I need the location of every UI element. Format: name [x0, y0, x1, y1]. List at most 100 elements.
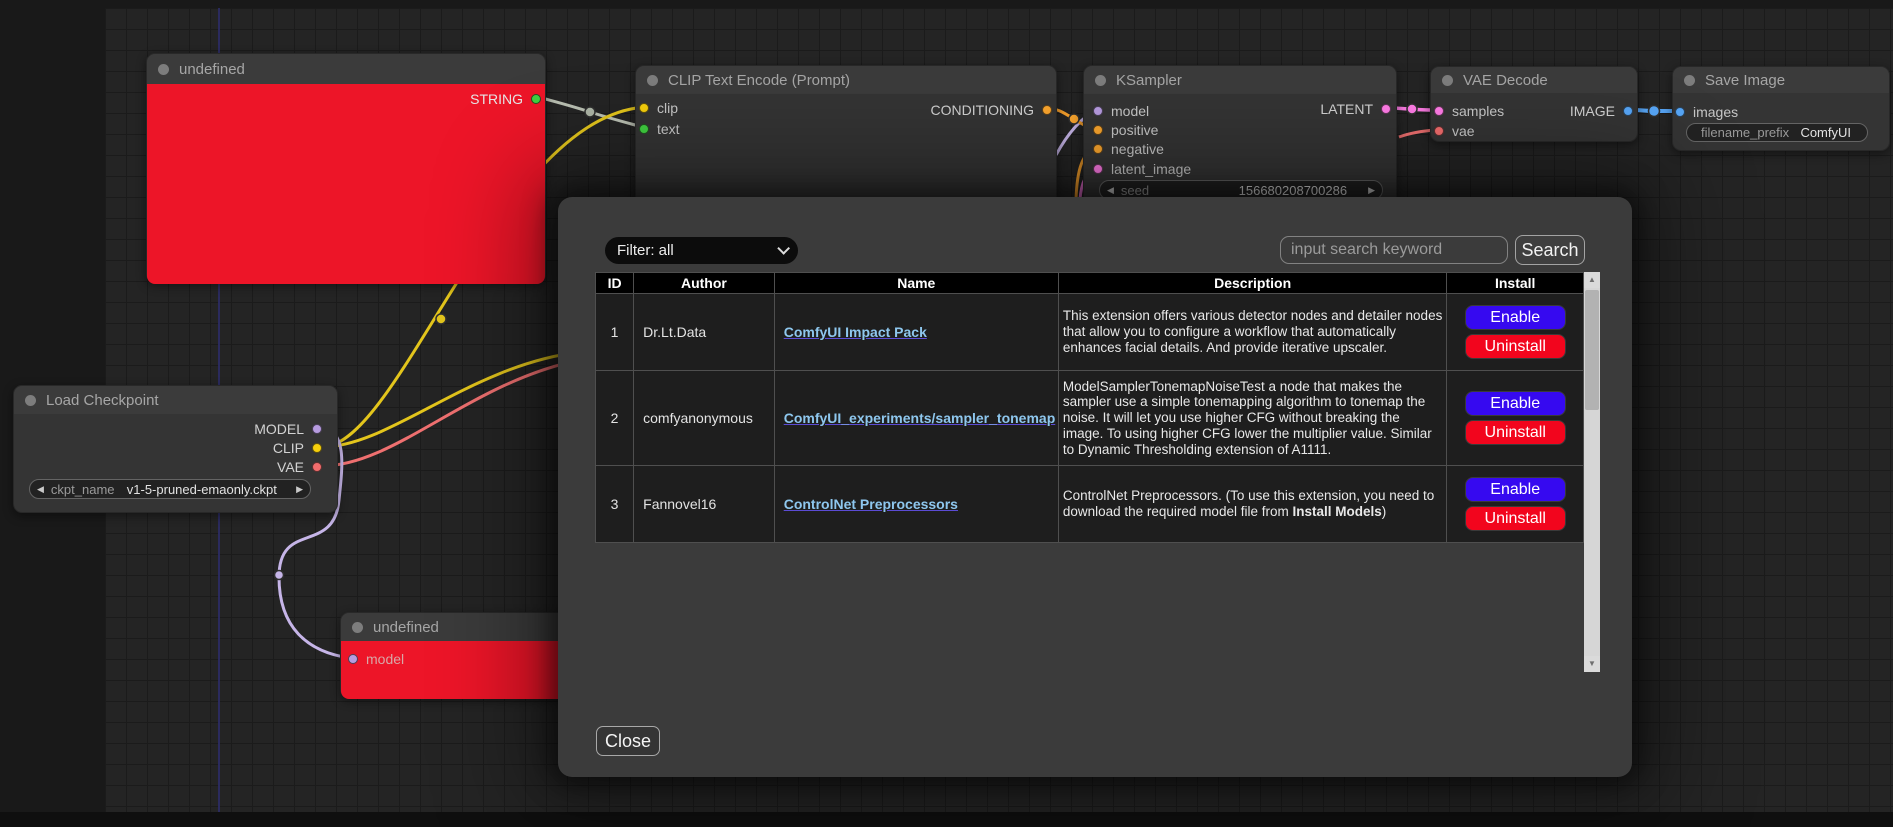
widget-value[interactable]: ComfyUI	[1800, 125, 1867, 140]
ckpt-name-widget[interactable]: ◀ ckpt_name v1-5-pruned-emaonly.ckpt ▶	[29, 479, 311, 499]
cell-author: comfyanonymous	[634, 371, 775, 466]
scrollbar-thumb[interactable]	[1585, 290, 1599, 410]
cell-id: 3	[596, 466, 634, 543]
cell-id: 1	[596, 294, 634, 371]
uninstall-button[interactable]: Uninstall	[1465, 506, 1566, 531]
output-label-latent: LATENT	[1320, 101, 1373, 117]
enable-button[interactable]: Enable	[1465, 305, 1566, 330]
output-dot-string[interactable]	[531, 94, 541, 104]
increment-arrow-icon[interactable]: ▶	[1361, 185, 1382, 196]
input-dot-model[interactable]	[348, 654, 358, 664]
output-dot-latent[interactable]	[1381, 104, 1391, 114]
cell-author: Fannovel16	[634, 466, 775, 543]
scroll-up-icon[interactable]: ▲	[1584, 272, 1600, 288]
input-dot-clip[interactable]	[639, 103, 649, 113]
node-header[interactable]: VAE Decode	[1431, 67, 1637, 93]
header-id: ID	[596, 273, 634, 294]
node-undefined-top[interactable]: undefined STRING	[146, 53, 546, 283]
input-dot-positive[interactable]	[1093, 125, 1103, 135]
input-dot-vae[interactable]	[1434, 126, 1444, 136]
enable-button[interactable]: Enable	[1465, 477, 1566, 502]
output-label-clip: CLIP	[273, 440, 304, 456]
collapse-dot-icon[interactable]	[1095, 75, 1106, 86]
input-label-samples: samples	[1452, 103, 1504, 119]
input-label-latent-image: latent_image	[1111, 161, 1191, 177]
input-dot-model[interactable]	[1093, 106, 1103, 116]
table-row: 1 Dr.Lt.Data ComfyUI Impact Pack This ex…	[596, 294, 1584, 371]
collapse-dot-icon[interactable]	[352, 622, 363, 633]
output-dot-conditioning[interactable]	[1042, 105, 1052, 115]
scroll-down-icon[interactable]: ▼	[1584, 656, 1600, 672]
extension-link[interactable]: ControlNet Preprocessors	[784, 496, 958, 512]
widget-value[interactable]: v1-5-pruned-emaonly.ckpt	[127, 482, 277, 497]
input-label-model: model	[1111, 103, 1149, 119]
uninstall-button[interactable]: Uninstall	[1465, 420, 1566, 445]
header-description: Description	[1058, 273, 1447, 294]
collapse-dot-icon[interactable]	[1442, 75, 1453, 86]
next-arrow-icon[interactable]: ▶	[289, 484, 310, 495]
node-vae-decode[interactable]: VAE Decode samples vae IMAGE	[1430, 66, 1638, 142]
node-title: KSampler	[1116, 72, 1182, 89]
node-load-checkpoint[interactable]: Load Checkpoint MODEL CLIP VAE ◀ ckpt_na…	[13, 385, 338, 513]
header-author: Author	[634, 273, 775, 294]
filename-prefix-widget[interactable]: filename_prefix ComfyUI	[1686, 123, 1868, 142]
node-title: CLIP Text Encode (Prompt)	[668, 72, 850, 89]
node-ksampler[interactable]: KSampler model positive negative latent_…	[1083, 65, 1397, 210]
decrement-arrow-icon[interactable]: ◀	[1100, 185, 1121, 196]
widget-name: filename_prefix	[1687, 125, 1789, 140]
uninstall-button[interactable]: Uninstall	[1465, 334, 1566, 359]
output-dot-image[interactable]	[1623, 106, 1633, 116]
node-error-body: STRING	[147, 84, 545, 284]
extension-manager-dialog: Filter: all Search ID Author Name Descri…	[558, 197, 1632, 777]
input-label-text: text	[657, 121, 680, 137]
table-scrollbar[interactable]: ▲ ▼	[1584, 272, 1600, 672]
node-header[interactable]: undefined	[147, 54, 545, 84]
node-header[interactable]: KSampler	[1084, 66, 1396, 94]
node-header[interactable]: CLIP Text Encode (Prompt)	[636, 66, 1056, 94]
bold-install-models: Install Models	[1292, 504, 1381, 519]
node-title: Load Checkpoint	[46, 392, 159, 409]
collapse-dot-icon[interactable]	[1684, 75, 1695, 86]
output-dot-clip[interactable]	[312, 443, 322, 453]
extensions-table: ID Author Name Description Install 1 Dr.…	[595, 272, 1584, 543]
input-label-images: images	[1693, 104, 1738, 120]
widget-name: seed	[1121, 183, 1149, 198]
node-clip-text-encode[interactable]: CLIP Text Encode (Prompt) clip text COND…	[635, 65, 1057, 210]
table-header-row: ID Author Name Description Install	[596, 273, 1584, 294]
output-label-image: IMAGE	[1570, 103, 1615, 119]
widget-value[interactable]: 156680208700286	[1239, 183, 1347, 198]
input-label-clip: clip	[657, 100, 678, 116]
node-header[interactable]: Save Image	[1673, 67, 1889, 93]
header-name: Name	[774, 273, 1058, 294]
enable-button[interactable]: Enable	[1465, 391, 1566, 416]
search-button[interactable]: Search	[1515, 235, 1585, 265]
input-dot-latent-image[interactable]	[1093, 164, 1103, 174]
node-title: VAE Decode	[1463, 72, 1548, 89]
node-title: undefined	[179, 61, 245, 78]
collapse-dot-icon[interactable]	[647, 75, 658, 86]
output-label-model: MODEL	[254, 421, 304, 437]
node-title: undefined	[373, 619, 439, 636]
search-input[interactable]	[1280, 236, 1508, 264]
input-dot-text[interactable]	[639, 124, 649, 134]
extension-link[interactable]: ComfyUI_experiments/sampler_tonemap	[784, 410, 1056, 426]
filter-select-value: Filter: all	[617, 242, 674, 259]
cell-description: ModelSamplerTonemapNoiseTest a node that…	[1058, 371, 1447, 466]
node-title: Save Image	[1705, 72, 1785, 89]
input-dot-images[interactable]	[1675, 107, 1685, 117]
filter-select[interactable]: Filter: all	[605, 237, 798, 264]
output-label-vae: VAE	[277, 459, 304, 475]
close-button[interactable]: Close	[596, 726, 660, 756]
collapse-dot-icon[interactable]	[158, 64, 169, 75]
collapse-dot-icon[interactable]	[25, 395, 36, 406]
extension-link[interactable]: ComfyUI Impact Pack	[784, 324, 927, 340]
prev-arrow-icon[interactable]: ◀	[30, 484, 51, 495]
output-dot-vae[interactable]	[312, 462, 322, 472]
node-header[interactable]: Load Checkpoint	[14, 386, 337, 414]
output-dot-model[interactable]	[312, 424, 322, 434]
input-label-positive: positive	[1111, 122, 1158, 138]
cell-description: This extension offers various detector n…	[1058, 294, 1447, 371]
input-dot-negative[interactable]	[1093, 144, 1103, 154]
input-dot-samples[interactable]	[1434, 106, 1444, 116]
node-save-image[interactable]: Save Image images filename_prefix ComfyU…	[1672, 66, 1890, 151]
